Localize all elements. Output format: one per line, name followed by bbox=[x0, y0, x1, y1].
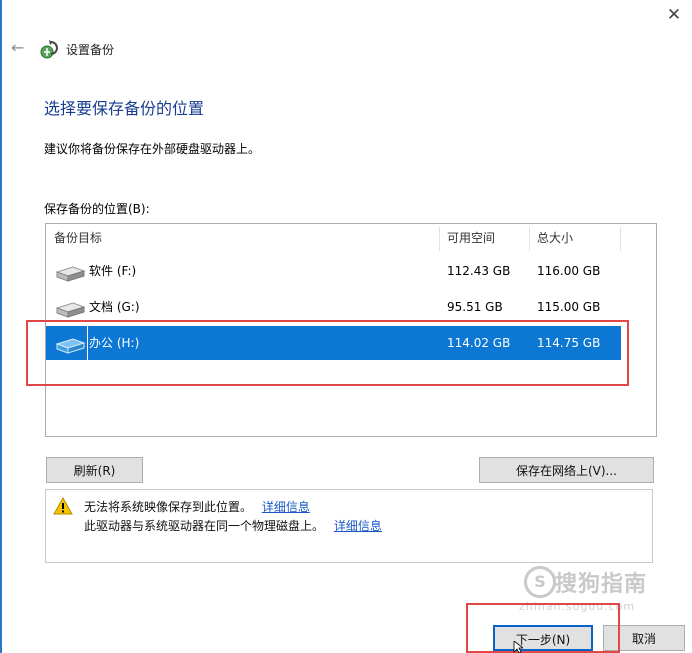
window-title: 设置备份 bbox=[66, 43, 115, 57]
page-heading: 选择要保存备份的位置 bbox=[44, 99, 205, 118]
watermark-logo-icon: S bbox=[524, 566, 556, 598]
warning-text-1: 无法将系统映像保存到此位置。 bbox=[84, 500, 253, 514]
window-edge bbox=[0, 0, 2, 653]
drive-icon bbox=[55, 302, 86, 318]
warning-line-2: 此驱动器与系统驱动器在同一个物理磁盘上。 详细信息 bbox=[84, 517, 382, 534]
drive-name: 文档 (G:) bbox=[89, 300, 140, 314]
warning-line-1: 无法将系统映像保存到此位置。 详细信息 bbox=[84, 498, 310, 515]
location-label: 保存备份的位置(B): bbox=[44, 202, 150, 216]
column-divider bbox=[620, 227, 621, 251]
column-divider bbox=[529, 227, 530, 251]
warning-icon bbox=[53, 497, 73, 515]
column-header-total-size[interactable]: 总大小 bbox=[537, 227, 573, 249]
column-divider bbox=[439, 227, 440, 251]
drive-name: 软件 (F:) bbox=[89, 264, 137, 278]
save-on-network-button[interactable]: 保存在网络上(V)... bbox=[479, 457, 654, 483]
close-icon[interactable]: ✕ bbox=[663, 4, 685, 26]
free-space-value: 95.51 GB bbox=[447, 300, 503, 314]
table-row[interactable]: 软件 (F:) 112.43 GB 116.00 GB bbox=[46, 254, 621, 288]
back-arrow-icon[interactable]: ← bbox=[11, 38, 27, 58]
column-header-target[interactable]: 备份目标 bbox=[54, 227, 102, 249]
total-size-value: 115.00 GB bbox=[537, 300, 601, 314]
mouse-cursor-icon bbox=[513, 641, 523, 653]
watermark-text: 搜狗指南 bbox=[555, 572, 648, 597]
warning-text-2: 此驱动器与系统驱动器在同一个物理磁盘上。 bbox=[84, 519, 325, 533]
free-space-value: 112.43 GB bbox=[447, 264, 511, 278]
table-row[interactable]: 文档 (G:) 95.51 GB 115.00 GB bbox=[46, 290, 621, 324]
backup-app-icon bbox=[40, 40, 58, 59]
total-size-value: 116.00 GB bbox=[537, 264, 601, 278]
column-header-free-space[interactable]: 可用空间 bbox=[447, 227, 495, 249]
drive-icon bbox=[55, 266, 86, 282]
highlight-box-selected-drive bbox=[26, 320, 629, 386]
highlight-box-next-button bbox=[466, 603, 620, 653]
refresh-button[interactable]: 刷新(R) bbox=[46, 457, 143, 483]
details-link-1[interactable]: 详细信息 bbox=[262, 500, 310, 514]
page-description: 建议你将备份保存在外部硬盘驱动器上。 bbox=[44, 142, 261, 156]
details-link-2[interactable]: 详细信息 bbox=[334, 519, 382, 533]
